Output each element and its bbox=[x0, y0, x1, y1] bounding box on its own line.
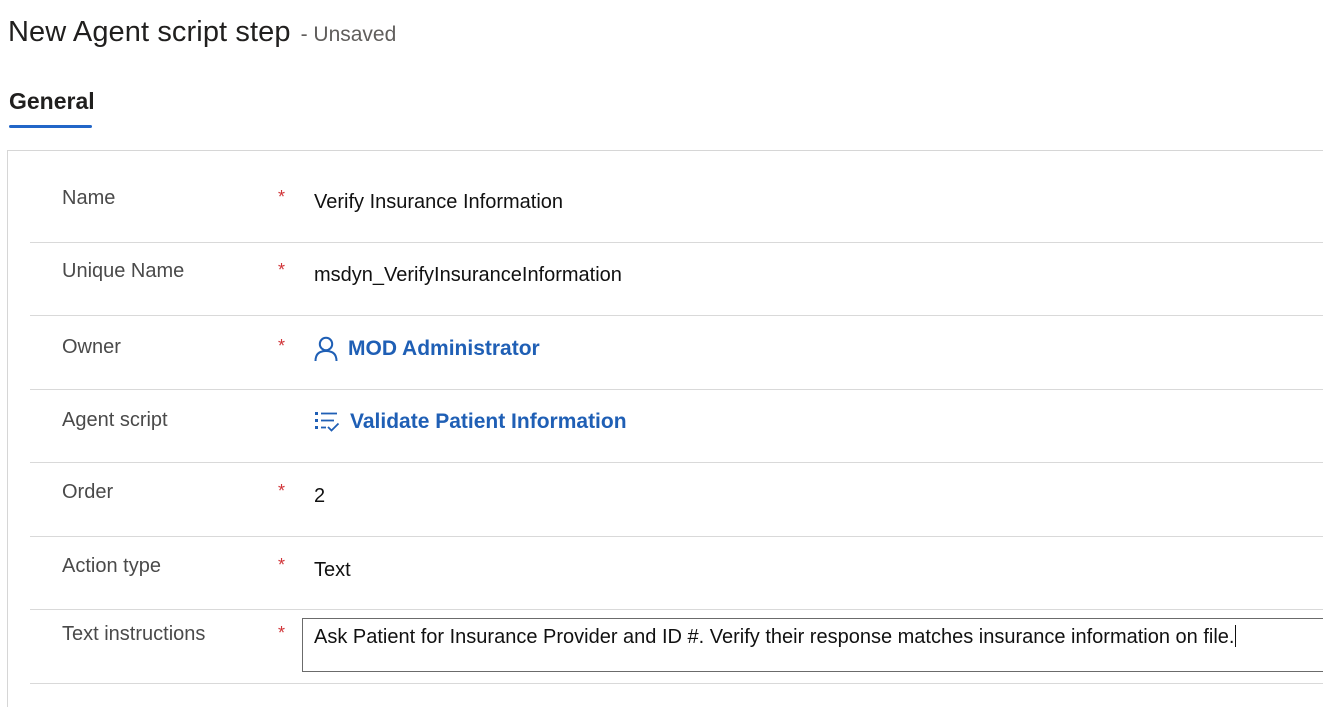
order-input[interactable]: 2 bbox=[314, 485, 325, 508]
tab-general[interactable]: General bbox=[9, 86, 95, 128]
tab-general-label: General bbox=[9, 88, 95, 114]
text-instructions-textarea[interactable]: Ask Patient for Insurance Provider and I… bbox=[302, 618, 1323, 672]
save-status: - Unsaved bbox=[300, 23, 397, 46]
field-label-owner: Owner bbox=[62, 336, 121, 358]
field-row-owner: Owner * MOD Administrator bbox=[30, 316, 1323, 390]
unique-name-input[interactable]: msdyn_VerifyInsuranceInformation bbox=[314, 264, 622, 287]
required-indicator: * bbox=[278, 481, 286, 501]
text-instructions-value: Ask Patient for Insurance Provider and I… bbox=[314, 626, 1235, 648]
owner-lookup-link[interactable]: MOD Administrator bbox=[348, 337, 540, 361]
required-indicator: * bbox=[278, 555, 286, 575]
field-row-agent-script: Agent script Validate Patient Informatio… bbox=[30, 390, 1323, 463]
required-indicator: * bbox=[278, 260, 286, 280]
field-row-unique-name: Unique Name * msdyn_VerifyInsuranceInfor… bbox=[30, 243, 1323, 316]
field-row-order: Order * 2 bbox=[30, 463, 1323, 537]
page-header: New Agent script step - Unsaved bbox=[8, 16, 396, 49]
action-type-select[interactable]: Text bbox=[314, 559, 351, 582]
field-row-name: Name * Verify Insurance Information bbox=[30, 151, 1323, 243]
name-input[interactable]: Verify Insurance Information bbox=[314, 191, 563, 214]
person-icon bbox=[314, 336, 338, 362]
field-label-unique-name: Unique Name bbox=[62, 260, 185, 282]
required-indicator: * bbox=[278, 187, 286, 207]
field-label-order: Order bbox=[62, 481, 114, 503]
field-label-action-type: Action type bbox=[62, 555, 161, 577]
owner-lookup[interactable]: MOD Administrator bbox=[314, 336, 540, 362]
agent-script-lookup-link[interactable]: Validate Patient Information bbox=[350, 410, 627, 434]
general-form: Name * Verify Insurance Information Uniq… bbox=[7, 150, 1323, 707]
agent-script-lookup[interactable]: Validate Patient Information bbox=[314, 410, 627, 434]
field-row-text-instructions: Text instructions * Ask Patient for Insu… bbox=[30, 610, 1323, 684]
required-indicator: * bbox=[278, 623, 286, 643]
checklist-icon bbox=[315, 412, 340, 432]
page-title: New Agent script step bbox=[8, 16, 291, 48]
required-indicator: * bbox=[278, 336, 286, 356]
field-label-name: Name bbox=[62, 187, 116, 209]
field-label-agent-script: Agent script bbox=[62, 409, 168, 431]
tab-selected-indicator bbox=[9, 125, 92, 128]
text-cursor bbox=[1235, 625, 1237, 647]
field-label-text-instructions: Text instructions bbox=[62, 623, 206, 645]
field-row-action-type: Action type * Text bbox=[30, 537, 1323, 610]
